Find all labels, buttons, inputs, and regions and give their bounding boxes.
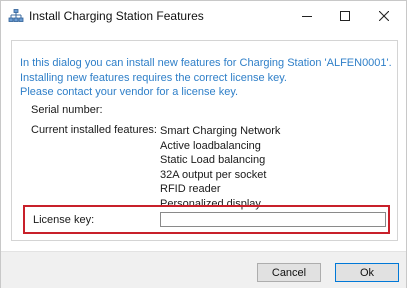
intro-line: Installing new features requires the cor…: [20, 71, 287, 84]
network-icon: [8, 9, 24, 23]
ok-button[interactable]: Ok: [335, 263, 399, 282]
title-bar[interactable]: Install Charging Station Features: [1, 1, 406, 31]
intro-text: In this dialog you can install new featu…: [20, 56, 400, 100]
feature-list: Smart Charging Network Active loadbalanc…: [160, 124, 280, 211]
close-button[interactable]: [364, 1, 404, 31]
dialog-window: Install Charging Station Features In thi…: [0, 0, 407, 288]
license-key-highlight: License key:: [23, 205, 390, 234]
feature-item: Active loadbalancing: [160, 139, 261, 152]
feature-item: Smart Charging Network: [160, 125, 281, 137]
feature-item: 32A output per socket: [160, 168, 267, 181]
close-icon: [379, 11, 389, 21]
window-title: Install Charging Station Features: [29, 9, 204, 23]
feature-item: RFID reader: [160, 183, 221, 195]
feature-item: Static Load balancing: [160, 154, 266, 166]
license-key-label: License key:: [33, 214, 95, 226]
intro-line: In this dialog you can install new featu…: [20, 57, 392, 69]
cancel-button[interactable]: Cancel: [257, 263, 321, 282]
serial-number-label: Serial number:: [31, 104, 103, 116]
installed-features-label: Current installed features:: [31, 124, 157, 136]
maximize-icon: [340, 11, 350, 21]
minimize-icon: [302, 16, 312, 17]
minimize-button[interactable]: [287, 1, 327, 31]
license-key-input[interactable]: [160, 212, 386, 227]
button-bar: Cancel Ok: [1, 251, 406, 288]
maximize-button[interactable]: [325, 1, 365, 31]
intro-line: Please contact your vendor for a license…: [20, 86, 239, 98]
